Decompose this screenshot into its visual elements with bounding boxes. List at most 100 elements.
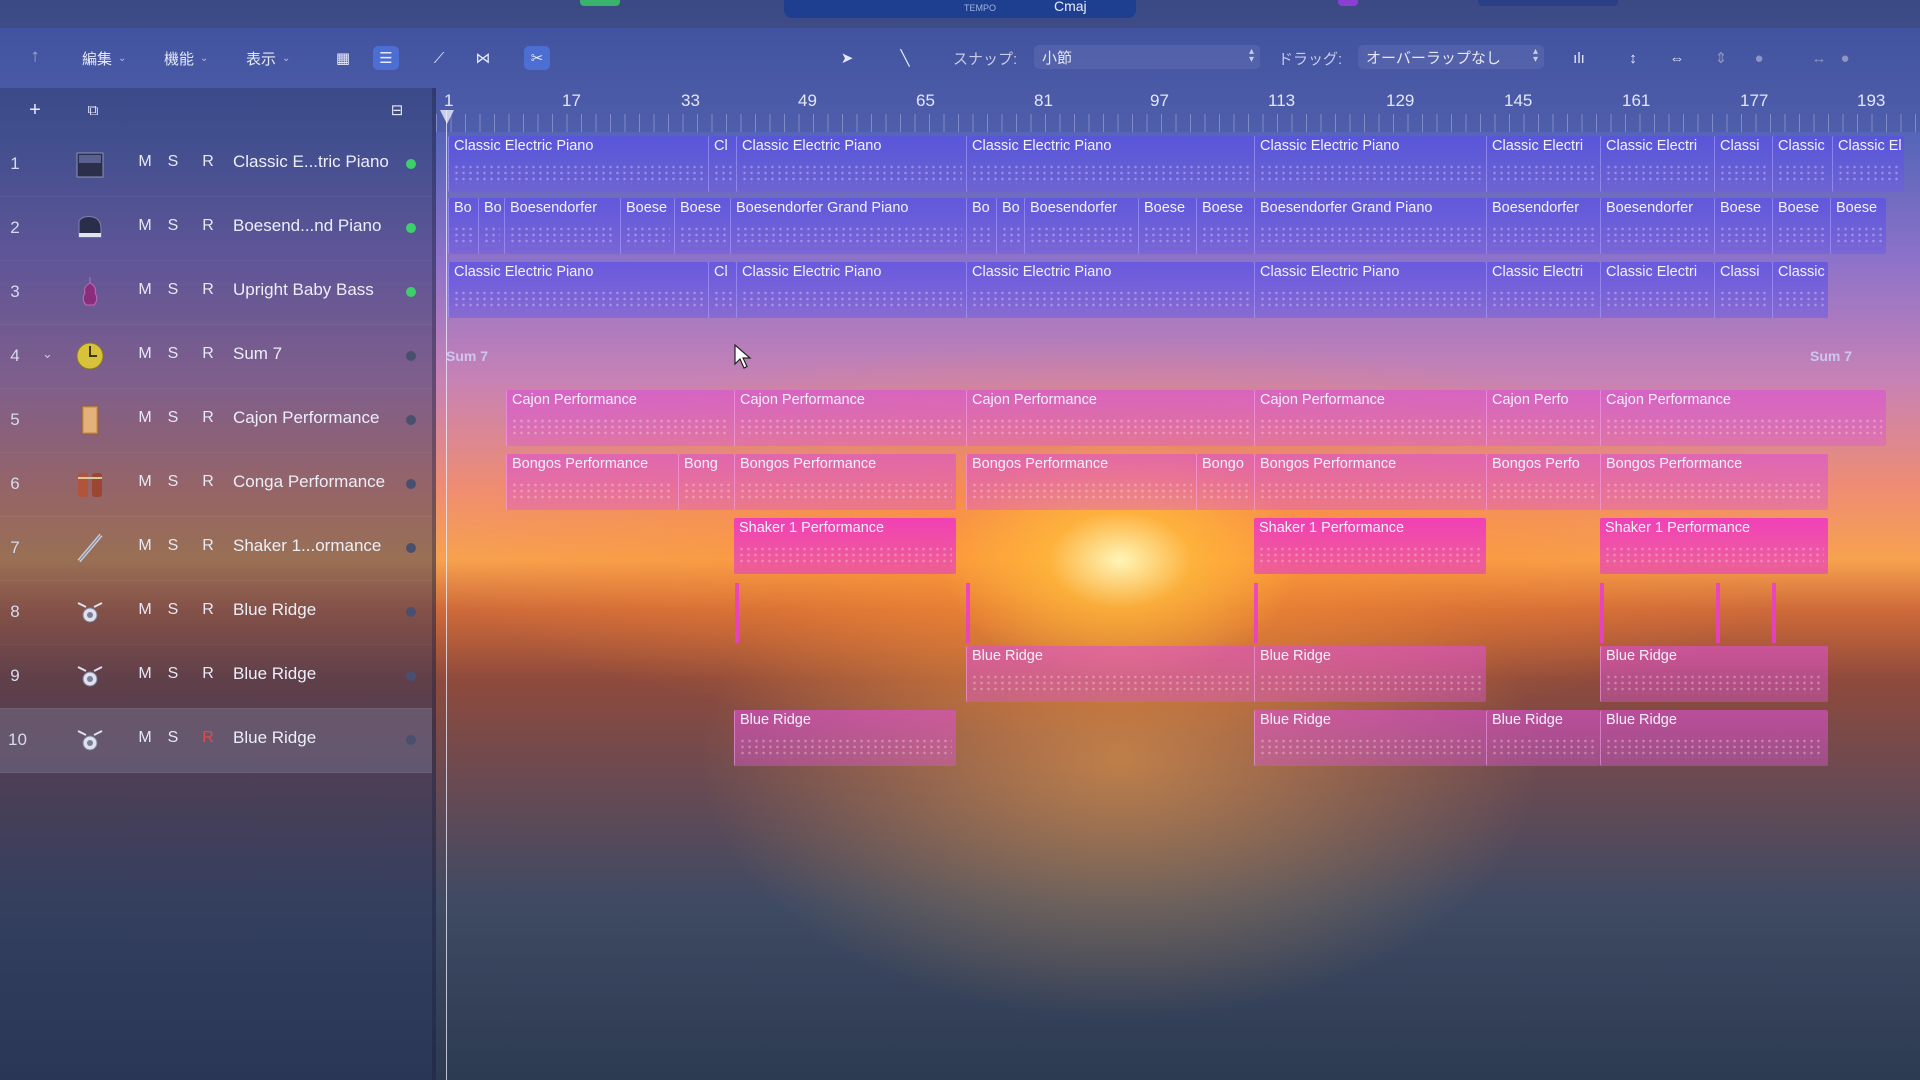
region[interactable]: Classic El bbox=[1832, 136, 1904, 192]
record-enable-button[interactable]: R bbox=[199, 409, 217, 427]
automation-icon[interactable]: ⟋ bbox=[426, 46, 452, 70]
lcd-display[interactable]: TEMPO Cmaj bbox=[784, 0, 1136, 18]
region[interactable]: Cajon Performance bbox=[1254, 390, 1486, 446]
edit-menu[interactable]: 編集 ⌄ bbox=[82, 48, 126, 69]
region[interactable]: Cl bbox=[708, 136, 736, 192]
mute-button[interactable]: M bbox=[136, 345, 154, 363]
region[interactable]: Blue Ridge bbox=[1600, 646, 1828, 702]
region[interactable]: Boese bbox=[1714, 198, 1772, 254]
region-marker[interactable] bbox=[966, 583, 970, 643]
region[interactable]: Blue Ridge bbox=[734, 710, 956, 766]
solo-button[interactable]: S bbox=[164, 153, 182, 171]
scissors-icon[interactable]: ✂ bbox=[524, 46, 550, 70]
flex-icon[interactable]: ⋈ bbox=[470, 46, 496, 70]
mute-button[interactable]: M bbox=[136, 729, 154, 747]
region[interactable]: Classic Electri bbox=[1600, 262, 1714, 318]
solo-button[interactable]: S bbox=[164, 537, 182, 555]
track-name[interactable]: Blue Ridge bbox=[233, 728, 316, 748]
zoom-knob[interactable]: ● bbox=[1746, 46, 1772, 70]
vertical-zoom-icon[interactable]: ↕ bbox=[1620, 46, 1646, 70]
duplicate-track-icon[interactable]: ⧉ bbox=[80, 98, 106, 122]
electric-piano-icon[interactable] bbox=[72, 146, 108, 182]
track-name[interactable]: Sum 7 bbox=[233, 344, 282, 364]
region-marker[interactable] bbox=[735, 583, 739, 643]
region[interactable]: Boesendorfer Grand Piano bbox=[730, 198, 966, 254]
solo-button[interactable]: S bbox=[164, 409, 182, 427]
region[interactable]: Classi bbox=[1714, 262, 1772, 318]
track-name[interactable]: Blue Ridge bbox=[233, 600, 316, 620]
record-enable-button[interactable]: R bbox=[199, 473, 217, 491]
solo-button[interactable]: S bbox=[164, 345, 182, 363]
mute-button[interactable]: M bbox=[136, 601, 154, 619]
track-header-row[interactable]: 7 M S R Shaker 1...ormance bbox=[0, 516, 432, 581]
region-marker[interactable] bbox=[1772, 583, 1776, 643]
track-name[interactable]: Shaker 1...ormance bbox=[233, 536, 381, 556]
track-name[interactable]: Conga Performance bbox=[233, 472, 385, 492]
region[interactable]: Blue Ridge bbox=[966, 646, 1254, 702]
view-menu[interactable]: 表示 ⌄ bbox=[246, 48, 290, 69]
mute-button[interactable]: M bbox=[136, 665, 154, 683]
region[interactable]: Bongos Performance bbox=[1600, 454, 1828, 510]
region[interactable]: Classic Electric Piano bbox=[736, 136, 966, 192]
track-stack-label[interactable]: Sum 7 bbox=[446, 348, 488, 364]
track-stack-icon[interactable]: ⊟ bbox=[384, 98, 410, 122]
mute-button[interactable]: M bbox=[136, 473, 154, 491]
region-marker[interactable] bbox=[1600, 583, 1604, 643]
region[interactable]: Boesendorfer bbox=[1024, 198, 1138, 254]
shaker-icon[interactable] bbox=[72, 530, 108, 566]
region[interactable]: Blue Ridge bbox=[1254, 710, 1486, 766]
grand-piano-icon[interactable] bbox=[72, 210, 108, 246]
track-header-row[interactable]: 4 ⌄ M S R Sum 7 bbox=[0, 324, 432, 389]
solo-button[interactable]: S bbox=[164, 473, 182, 491]
region[interactable]: Bongos Perfo bbox=[1486, 454, 1600, 510]
region[interactable]: Classi bbox=[1714, 136, 1772, 192]
region[interactable]: Bo bbox=[478, 198, 504, 254]
solo-button[interactable]: S bbox=[164, 281, 182, 299]
region[interactable]: Bongos Performance bbox=[966, 454, 1196, 510]
region[interactable]: Boesendorfer bbox=[504, 198, 620, 254]
solo-button[interactable]: S bbox=[164, 217, 182, 235]
region[interactable]: Boese bbox=[1830, 198, 1886, 254]
playhead-handle[interactable] bbox=[440, 110, 454, 124]
drummer-icon[interactable] bbox=[72, 338, 108, 374]
list-view-icon[interactable]: ☰ bbox=[373, 46, 399, 70]
record-enable-button[interactable]: R bbox=[199, 537, 217, 555]
mute-button[interactable]: M bbox=[136, 281, 154, 299]
mute-button[interactable]: M bbox=[136, 217, 154, 235]
horizontal-slider-icon[interactable]: ↔ bbox=[1806, 46, 1832, 70]
track-name[interactable]: Cajon Performance bbox=[233, 408, 379, 428]
catch-playhead-icon[interactable]: ⭡ bbox=[22, 45, 48, 69]
track-name[interactable]: Blue Ridge bbox=[233, 664, 316, 684]
region[interactable]: Cajon Performance bbox=[734, 390, 966, 446]
column-divider[interactable] bbox=[432, 88, 436, 1080]
track-header-row[interactable]: 3 M S R Upright Baby Bass bbox=[0, 260, 432, 325]
region[interactable]: Classic Electric Piano bbox=[736, 262, 966, 318]
region[interactable]: Cajon Performance bbox=[506, 390, 734, 446]
track-header-row[interactable]: 2 M S R Boesend...nd Piano bbox=[0, 196, 432, 261]
drum-kit-icon[interactable] bbox=[72, 594, 108, 630]
track-name[interactable]: Upright Baby Bass bbox=[233, 280, 374, 300]
region[interactable]: Cl bbox=[708, 262, 736, 318]
region[interactable]: Boese bbox=[1772, 198, 1830, 254]
region[interactable]: Boese bbox=[620, 198, 674, 254]
solo-button[interactable]: S bbox=[164, 601, 182, 619]
pointer-tool-icon[interactable]: ➤ bbox=[834, 46, 860, 70]
region[interactable]: Boesendorfer bbox=[1600, 198, 1714, 254]
track-header-row[interactable]: 9 M S R Blue Ridge bbox=[0, 644, 432, 709]
region[interactable]: Classic bbox=[1772, 262, 1828, 318]
add-track-icon[interactable]: + bbox=[22, 98, 48, 122]
region[interactable]: Shaker 1 Performance bbox=[1254, 518, 1486, 574]
key-signature[interactable]: Cmaj bbox=[1054, 0, 1087, 14]
bar-ruler[interactable]: 1 17 33 49 65 81 97 113 129 145 161 177 193 bbox=[436, 88, 1920, 132]
conga-icon[interactable] bbox=[72, 466, 108, 502]
drum-kit-icon[interactable] bbox=[72, 658, 108, 694]
region-marker[interactable] bbox=[1254, 583, 1258, 643]
region[interactable]: Cajon Perfo bbox=[1486, 390, 1600, 446]
region[interactable]: Bong bbox=[678, 454, 734, 510]
zoom-slider-knob[interactable]: ● bbox=[1832, 46, 1858, 70]
grid-view-icon[interactable]: ▦ bbox=[330, 46, 356, 70]
record-enable-button[interactable]: R bbox=[199, 217, 217, 235]
region[interactable]: Classic Electri bbox=[1486, 136, 1600, 192]
cajon-icon[interactable] bbox=[72, 402, 108, 438]
upright-bass-icon[interactable] bbox=[72, 274, 108, 310]
